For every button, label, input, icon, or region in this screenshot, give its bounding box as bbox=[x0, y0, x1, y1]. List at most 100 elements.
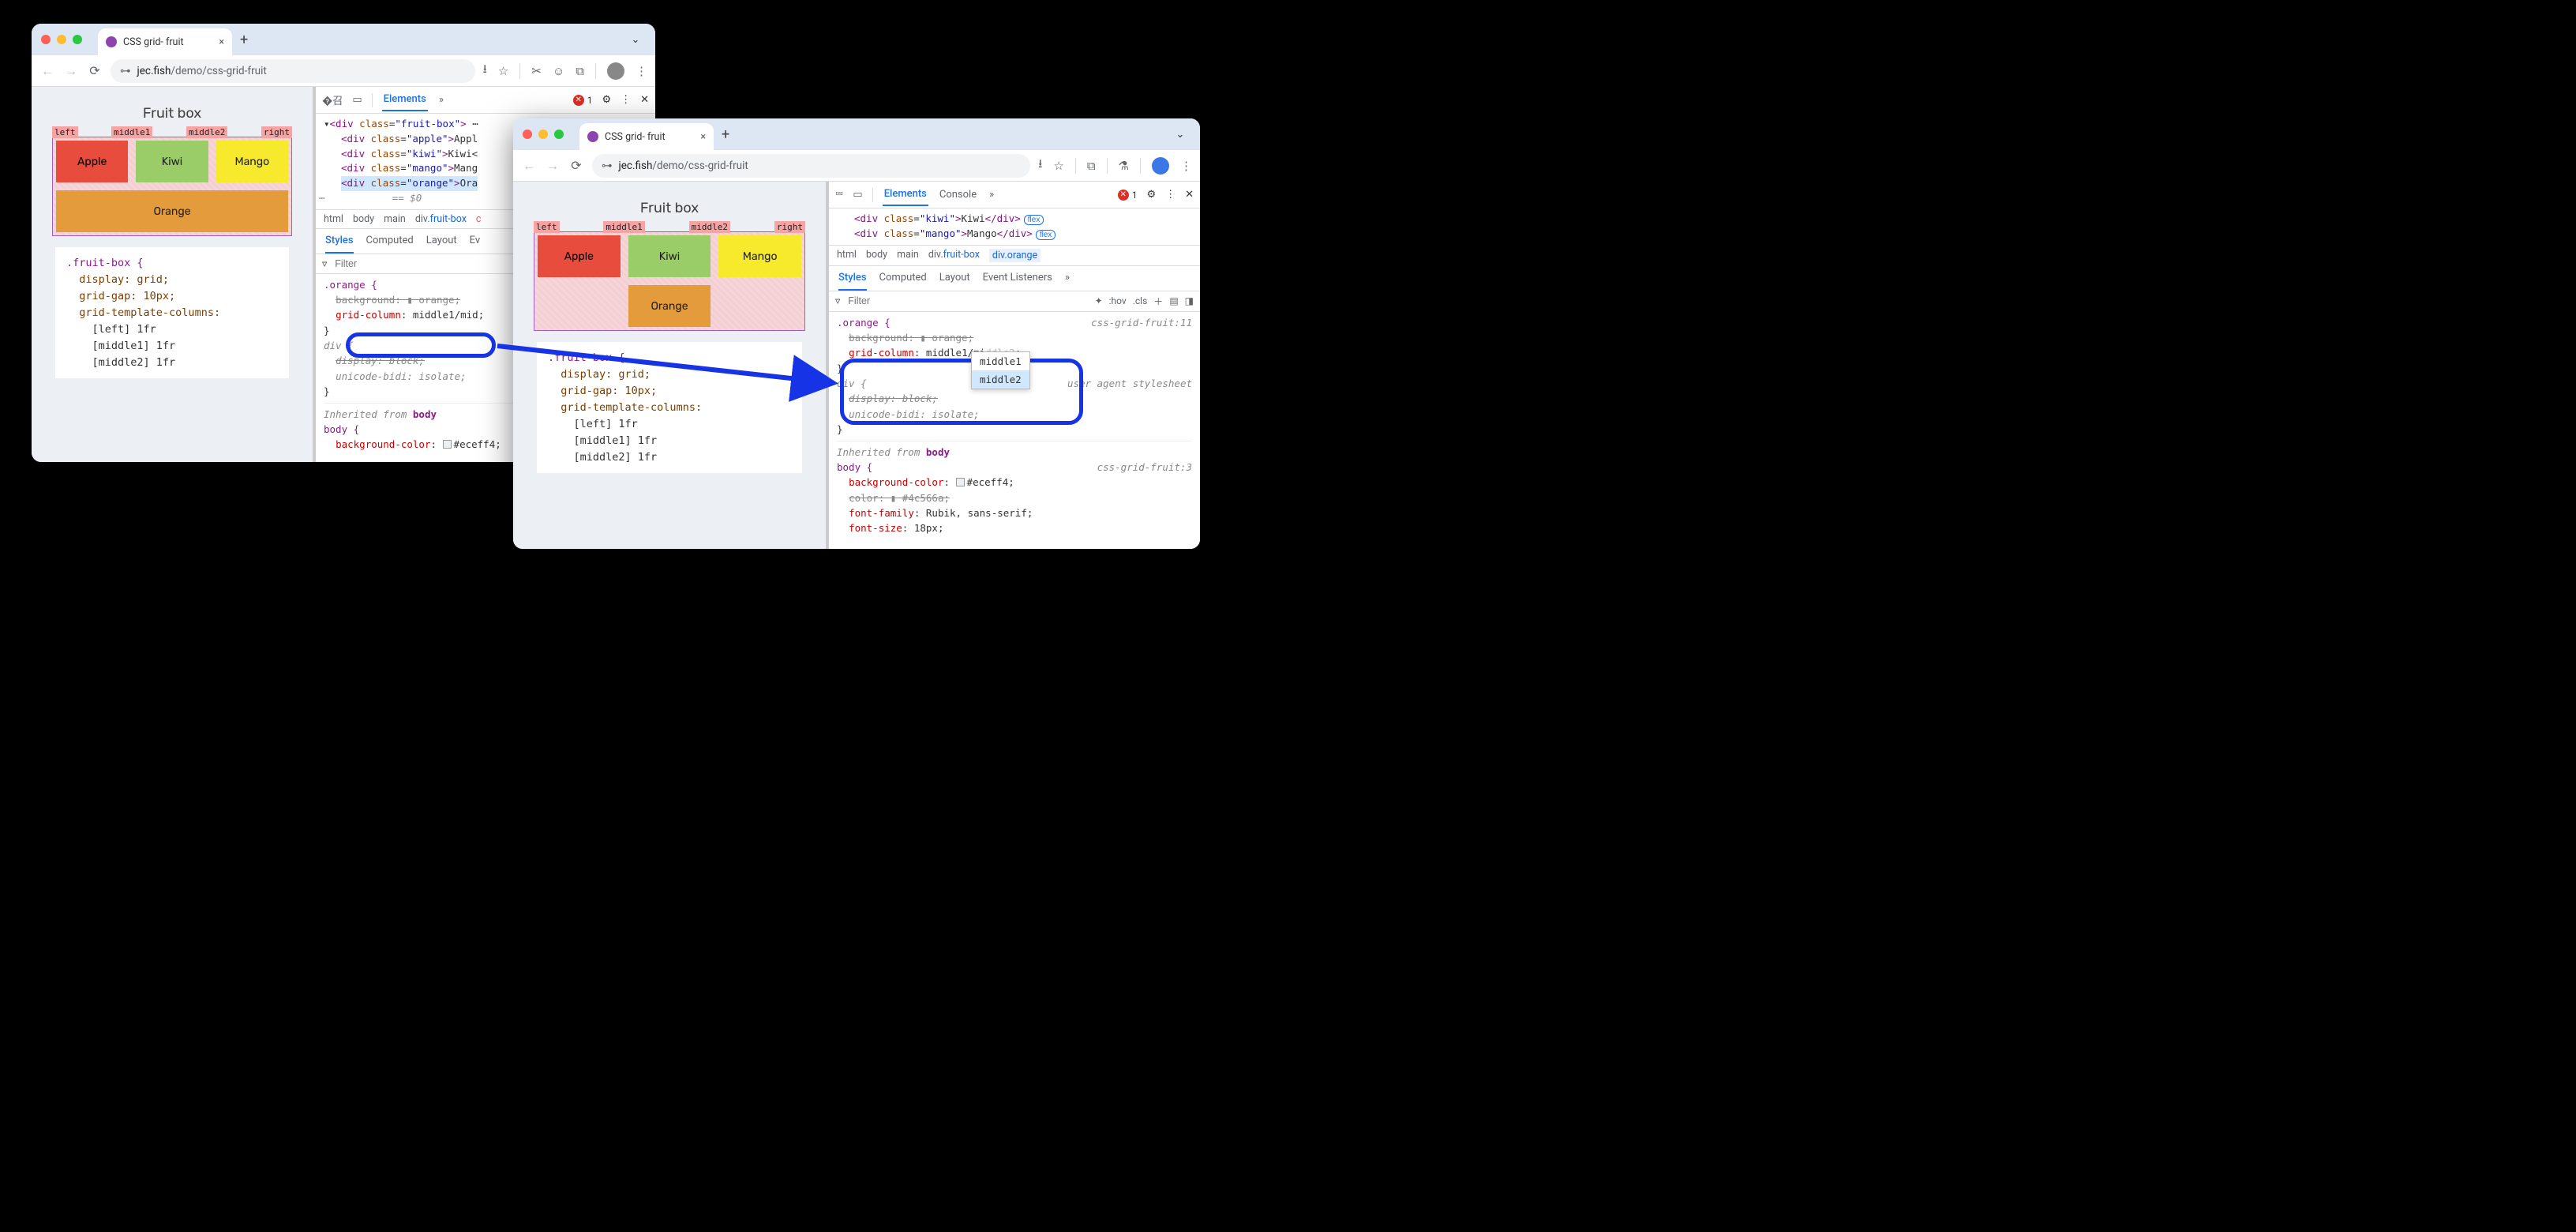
tab-elements[interactable]: Elements bbox=[883, 183, 928, 206]
close-devtools-icon[interactable]: ✕ bbox=[1185, 189, 1194, 201]
close-window-icon[interactable] bbox=[523, 130, 532, 139]
extensions-icon[interactable]: ⧉ bbox=[576, 64, 584, 78]
inspect-icon[interactable]: �召 bbox=[322, 92, 343, 107]
devtools-tabbar: ⮹ ▭ Elements Console » ✕1 ⚙ ⋮ ✕ bbox=[829, 182, 1200, 208]
filter-icon: ▿ bbox=[322, 257, 327, 270]
devtools-menu-icon[interactable]: ⋮ bbox=[621, 94, 631, 106]
profile-avatar[interactable] bbox=[1152, 157, 1169, 175]
tab-overflow-button[interactable]: ⌄ bbox=[627, 31, 644, 48]
autocomplete-item[interactable]: middle1 bbox=[972, 352, 1029, 370]
close-tab-icon[interactable]: × bbox=[219, 36, 224, 48]
styles-subtabs: Styles Computed Layout Event Listeners » bbox=[829, 266, 1200, 291]
new-tab-button[interactable]: + bbox=[240, 32, 248, 48]
page-heading: Fruit box bbox=[32, 104, 313, 122]
grid-cell-mango: Mango bbox=[216, 141, 288, 182]
new-rule-icon[interactable]: ＋ bbox=[1153, 295, 1163, 308]
grid-cell-mango: Mango bbox=[718, 235, 801, 277]
styles-filter-input[interactable] bbox=[846, 295, 1088, 307]
browser-tab[interactable]: CSS grid- fruit × bbox=[579, 123, 714, 150]
settings-icon[interactable]: ⚙ bbox=[602, 94, 611, 106]
forward-button[interactable]: → bbox=[63, 63, 79, 79]
tab-title: CSS grid- fruit bbox=[605, 131, 666, 143]
site-info-icon[interactable]: ⊶ bbox=[120, 65, 131, 77]
subtab-styles[interactable]: Styles bbox=[325, 229, 354, 254]
back-button[interactable]: ← bbox=[39, 63, 55, 79]
reload-button[interactable]: ⟳ bbox=[568, 158, 584, 173]
tab-overflow-button[interactable]: ⌄ bbox=[1172, 126, 1189, 143]
autocomplete-item[interactable]: middle2 bbox=[972, 370, 1029, 389]
cls-toggle[interactable]: .cls bbox=[1133, 295, 1148, 306]
breadcrumb[interactable]: htmlbodymain div.fruit-box div.orange bbox=[829, 245, 1200, 266]
computed-toggle-icon[interactable]: ▤ bbox=[1169, 295, 1178, 306]
close-window-icon[interactable] bbox=[41, 35, 51, 44]
bookmark-icon[interactable]: ☆ bbox=[498, 64, 508, 78]
site-info-icon[interactable]: ⊶ bbox=[602, 160, 613, 172]
browser-window-right: CSS grid- fruit × + ⌄ ← → ⟳ ⊶ jec.fish/d… bbox=[513, 118, 1200, 549]
install-icon[interactable]: ⭳ bbox=[1038, 156, 1042, 175]
grid-cell-apple: Apple bbox=[538, 235, 621, 277]
settings-icon[interactable]: ⚙ bbox=[1146, 189, 1156, 201]
window-controls bbox=[38, 35, 87, 44]
source-code-snippet: .fruit-box { display: grid; grid-gap: 10… bbox=[55, 247, 289, 378]
devtools-menu-icon[interactable]: ⋮ bbox=[1165, 189, 1176, 201]
address-bar[interactable]: ⊶ jec.fish/demo/css-grid-fruit bbox=[111, 59, 475, 83]
address-bar[interactable]: ⊶ jec.fish/demo/css-grid-fruit bbox=[592, 154, 1030, 178]
subtab-layout[interactable]: Layout bbox=[939, 266, 970, 291]
profile-avatar[interactable] bbox=[607, 62, 624, 80]
browser-tab[interactable]: CSS grid- fruit × bbox=[98, 28, 232, 55]
menu-button[interactable]: ⋮ bbox=[1180, 159, 1192, 173]
install-icon[interactable]: ⭳ bbox=[483, 61, 487, 81]
hov-toggle[interactable]: :hov bbox=[1109, 295, 1127, 306]
reload-button[interactable]: ⟳ bbox=[87, 63, 103, 78]
tab-strip: CSS grid- fruit × + ⌄ bbox=[32, 24, 655, 55]
new-tab-button[interactable]: + bbox=[722, 126, 729, 143]
tab-elements[interactable]: Elements bbox=[382, 88, 428, 111]
styles-filter-bar: ▿ ✦ :hov .cls ＋ ▤ ◨ bbox=[829, 291, 1200, 312]
device-toolbar-icon[interactable]: ▭ bbox=[352, 94, 362, 106]
close-tab-icon[interactable]: × bbox=[700, 131, 706, 143]
ai-spark-icon[interactable]: ✦ bbox=[1095, 295, 1103, 306]
subtab-event-listeners[interactable]: Event Listeners bbox=[983, 266, 1052, 291]
tab-strip: CSS grid- fruit × + ⌄ bbox=[513, 118, 1200, 150]
grid-cell-apple: Apple bbox=[56, 141, 128, 182]
subtab-computed[interactable]: Computed bbox=[879, 266, 927, 291]
forward-button[interactable]: → bbox=[545, 158, 561, 174]
close-devtools-icon[interactable]: ✕ bbox=[640, 94, 649, 106]
menu-button[interactable]: ⋮ bbox=[636, 64, 647, 78]
zoom-window-icon[interactable] bbox=[73, 35, 82, 44]
devtools-tabbar: �召 ▭ Elements » ✕1 ⚙ ⋮ ✕ bbox=[316, 87, 655, 114]
devtools-panel: ⮹ ▭ Elements Console » ✕1 ⚙ ⋮ ✕ <div cla… bbox=[829, 182, 1200, 549]
scissors-icon[interactable]: ✂ bbox=[531, 64, 542, 78]
subtab-styles[interactable]: Styles bbox=[838, 266, 867, 291]
robot-icon[interactable]: ☺ bbox=[553, 64, 564, 78]
autocomplete-popup[interactable]: middle1 middle2 bbox=[971, 351, 1030, 390]
window-controls bbox=[519, 130, 568, 139]
error-badge[interactable]: ✕1 bbox=[1118, 190, 1138, 201]
tab-title: CSS grid- fruit bbox=[123, 36, 184, 48]
inspect-icon[interactable]: ⮹ bbox=[835, 189, 843, 201]
tabs-more[interactable]: » bbox=[437, 89, 445, 111]
subtab-computed[interactable]: Computed bbox=[366, 229, 414, 254]
filter-icon: ▿ bbox=[835, 295, 840, 307]
grid-cell-kiwi: Kiwi bbox=[628, 235, 711, 277]
source-code-snippet: .fruit-box { display: grid; grid-gap: 10… bbox=[537, 342, 802, 473]
fruit-grid: Apple Kiwi Mango Orange bbox=[534, 231, 805, 331]
bookmark-icon[interactable]: ☆ bbox=[1053, 159, 1063, 173]
grid-cell-kiwi: Kiwi bbox=[136, 141, 208, 182]
subtab-event-listeners[interactable]: Ev bbox=[470, 229, 481, 254]
minimize-window-icon[interactable] bbox=[538, 130, 548, 139]
fruit-grid: Apple Kiwi Mango Orange bbox=[52, 137, 292, 236]
back-button[interactable]: ← bbox=[521, 158, 537, 174]
zoom-window-icon[interactable] bbox=[554, 130, 564, 139]
style-rules[interactable]: .orange {css-grid-fruit:11 background: ▮… bbox=[829, 312, 1200, 550]
minimize-window-icon[interactable] bbox=[57, 35, 66, 44]
error-badge[interactable]: ✕1 bbox=[573, 95, 593, 106]
device-toolbar-icon[interactable]: ▭ bbox=[853, 189, 862, 201]
labs-icon[interactable]: ⚗ bbox=[1119, 159, 1129, 173]
tab-console[interactable]: Console bbox=[938, 184, 978, 205]
extensions-icon[interactable]: ⧉ bbox=[1087, 159, 1096, 173]
tabs-more[interactable]: » bbox=[988, 184, 996, 205]
subtab-layout[interactable]: Layout bbox=[426, 229, 457, 254]
dom-tree[interactable]: <div class="kiwi">Kiwi</div>flex <div cl… bbox=[829, 208, 1200, 245]
sidebar-toggle-icon[interactable]: ◨ bbox=[1185, 295, 1194, 306]
